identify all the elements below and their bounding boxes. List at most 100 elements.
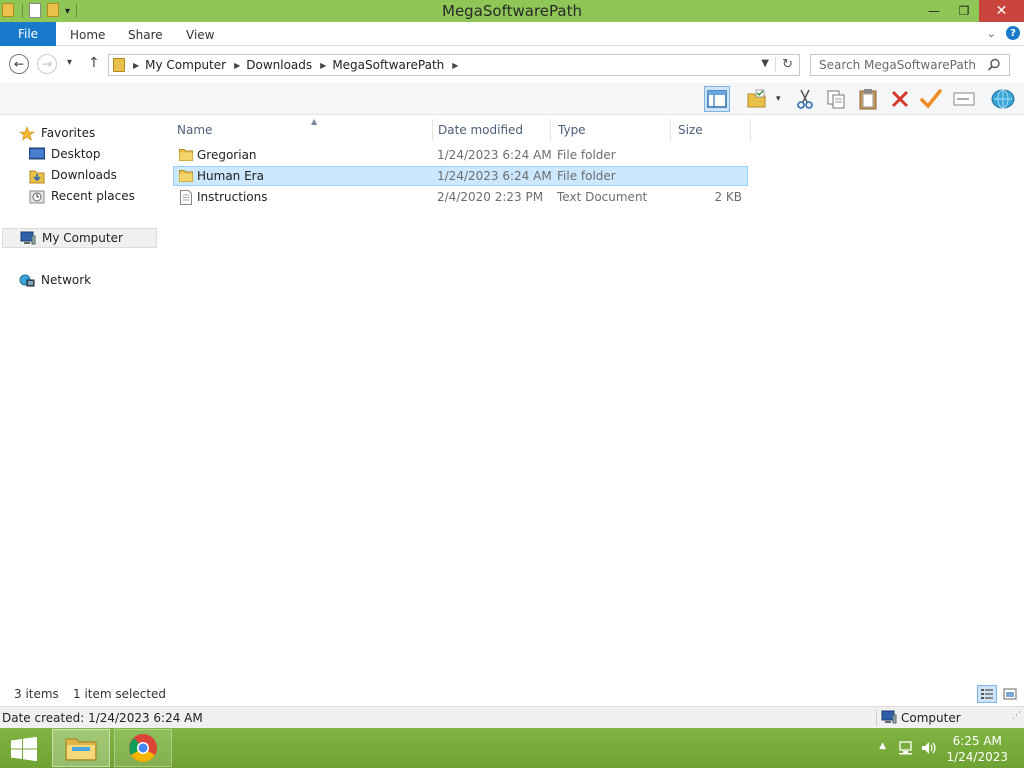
taskbar-file-explorer[interactable] bbox=[52, 729, 110, 767]
date-created: Date created: 1/24/2023 6:24 AM bbox=[2, 711, 203, 725]
nav-downloads[interactable]: Downloads bbox=[29, 165, 117, 185]
paste-icon bbox=[859, 89, 877, 110]
nav-my-computer[interactable]: My Computer bbox=[2, 228, 157, 248]
breadcrumb-arrow-icon[interactable]: ▶ bbox=[234, 61, 240, 70]
computer-icon bbox=[20, 231, 36, 245]
file-list: ▲ Name Date modified Type Size Gregorian… bbox=[160, 115, 1024, 683]
large-icons-view-icon bbox=[1003, 688, 1017, 700]
tab-view[interactable]: View bbox=[186, 28, 214, 42]
nav-favorites[interactable]: Favorites bbox=[19, 123, 95, 143]
system-clock[interactable]: 6:25 AM 1/24/2023 bbox=[946, 733, 1008, 765]
file-row-instructions[interactable]: Instructions 2/4/2020 2:23 PM Text Docum… bbox=[173, 187, 748, 207]
close-button[interactable]: ✕ bbox=[979, 0, 1024, 22]
nav-desktop[interactable]: Desktop bbox=[28, 144, 101, 164]
downloads-folder-icon bbox=[29, 168, 45, 184]
search-box[interactable] bbox=[810, 54, 1010, 76]
folder-icon bbox=[179, 148, 193, 164]
file-type: Text Document bbox=[557, 190, 648, 204]
cut-button[interactable] bbox=[792, 86, 818, 112]
forward-button[interactable]: → bbox=[37, 54, 57, 74]
rename-icon bbox=[953, 92, 975, 106]
scissors-icon bbox=[797, 89, 813, 109]
nav-my-computer-label: My Computer bbox=[42, 231, 123, 245]
globe-icon bbox=[991, 89, 1015, 109]
help-icon[interactable]: ? bbox=[1006, 26, 1020, 40]
preview-pane-button[interactable] bbox=[704, 86, 730, 112]
refresh-icon[interactable]: ↻ bbox=[775, 57, 793, 72]
ribbon: File Home Share View ⌄ ? bbox=[0, 22, 1024, 46]
column-header-type[interactable]: Type bbox=[551, 119, 671, 141]
address-dropdown-icon[interactable]: ▼ bbox=[761, 58, 769, 69]
file-explorer-icon bbox=[65, 738, 97, 761]
search-icon[interactable] bbox=[987, 58, 1001, 75]
nav-network[interactable]: Network bbox=[19, 270, 91, 290]
selected-count: 1 item selected bbox=[73, 687, 167, 701]
maximize-button[interactable]: ❐ bbox=[949, 0, 979, 22]
breadcrumb-megasoftwarepath[interactable]: MegaSoftwarePath bbox=[332, 58, 444, 72]
file-type: File folder bbox=[557, 169, 616, 183]
file-name: Human Era bbox=[197, 169, 264, 183]
desktop-icon bbox=[28, 147, 46, 161]
copy-icon bbox=[827, 90, 845, 109]
location-computer: Computer bbox=[876, 710, 961, 726]
search-input[interactable] bbox=[819, 58, 989, 72]
new-folder-dropdown-icon[interactable]: ▾ bbox=[776, 94, 781, 104]
column-header-size-label: Size bbox=[678, 123, 703, 137]
clock-time: 6:25 AM bbox=[952, 734, 1002, 748]
column-header-name[interactable]: ▲ Name bbox=[173, 117, 433, 141]
resize-grip-icon[interactable]: ⋰ bbox=[1012, 711, 1021, 721]
delete-button[interactable] bbox=[887, 86, 913, 112]
breadcrumb-downloads[interactable]: Downloads bbox=[246, 58, 312, 72]
breadcrumb-my-computer[interactable]: My Computer bbox=[145, 58, 226, 72]
breadcrumb-arrow-icon[interactable]: ▶ bbox=[133, 61, 139, 70]
navigation-bar: ← → ▾ ↑ ▶ My Computer ▶ Downloads ▶ Mega… bbox=[0, 47, 1024, 83]
volume-icon[interactable] bbox=[920, 740, 938, 759]
network-icon bbox=[19, 273, 35, 287]
chrome-icon bbox=[129, 734, 157, 762]
large-icons-view-button[interactable] bbox=[1000, 685, 1020, 703]
breadcrumb-arrow-icon[interactable]: ▶ bbox=[452, 61, 458, 70]
nav-favorites-label: Favorites bbox=[41, 126, 96, 140]
nav-recent-places[interactable]: Recent places bbox=[29, 186, 135, 206]
show-hidden-icons-icon[interactable]: ▲ bbox=[879, 741, 886, 751]
select-button[interactable] bbox=[918, 86, 944, 112]
ribbon-controls: ⌄ ? bbox=[987, 26, 1020, 40]
window-controls: — ❐ ✕ bbox=[919, 0, 1024, 22]
breadcrumb-arrow-icon[interactable]: ▶ bbox=[320, 61, 326, 70]
details-view-icon bbox=[981, 689, 993, 699]
preview-pane-icon bbox=[707, 90, 727, 108]
tab-home[interactable]: Home bbox=[70, 28, 105, 42]
details-view-button[interactable] bbox=[977, 685, 997, 703]
rename-button[interactable] bbox=[951, 86, 977, 112]
text-document-icon bbox=[180, 190, 192, 208]
folder-icon bbox=[179, 169, 193, 185]
location-label: Computer bbox=[901, 711, 961, 725]
expand-ribbon-icon[interactable]: ⌄ bbox=[987, 27, 996, 40]
up-button[interactable]: ↑ bbox=[88, 55, 100, 71]
file-size: 2 KB bbox=[714, 190, 742, 204]
file-date: 1/24/2023 6:24 AM bbox=[437, 148, 552, 162]
network-globe-button[interactable] bbox=[990, 86, 1016, 112]
column-header-date-modified[interactable]: Date modified bbox=[433, 119, 551, 141]
minimize-button[interactable]: — bbox=[919, 0, 949, 22]
tab-file[interactable]: File bbox=[0, 22, 56, 46]
file-row-human-era[interactable]: Human Era 1/24/2023 6:24 AM File folder bbox=[173, 166, 748, 186]
file-date: 2/4/2020 2:23 PM bbox=[437, 190, 544, 204]
recent-locations-icon[interactable]: ▾ bbox=[67, 57, 72, 68]
checkmark-icon bbox=[920, 89, 942, 109]
back-button[interactable]: ← bbox=[9, 54, 29, 74]
taskbar-chrome[interactable] bbox=[114, 729, 172, 767]
address-bar[interactable]: ▶ My Computer ▶ Downloads ▶ MegaSoftware… bbox=[108, 54, 800, 76]
network-status-icon[interactable] bbox=[898, 740, 914, 759]
file-row-gregorian[interactable]: Gregorian 1/24/2023 6:24 AM File folder bbox=[173, 145, 748, 165]
new-folder-button[interactable] bbox=[744, 86, 770, 112]
copy-button[interactable] bbox=[823, 86, 849, 112]
paste-button[interactable] bbox=[855, 86, 881, 112]
column-header-size[interactable]: Size bbox=[671, 119, 751, 141]
clock-date: 1/24/2023 bbox=[946, 750, 1008, 764]
start-button[interactable] bbox=[10, 736, 38, 764]
nav-recent-places-label: Recent places bbox=[51, 189, 135, 203]
taskbar: ▲ 6:25 AM 1/24/2023 bbox=[0, 728, 1024, 768]
tab-share[interactable]: Share bbox=[128, 28, 163, 42]
file-type: File folder bbox=[557, 148, 616, 162]
